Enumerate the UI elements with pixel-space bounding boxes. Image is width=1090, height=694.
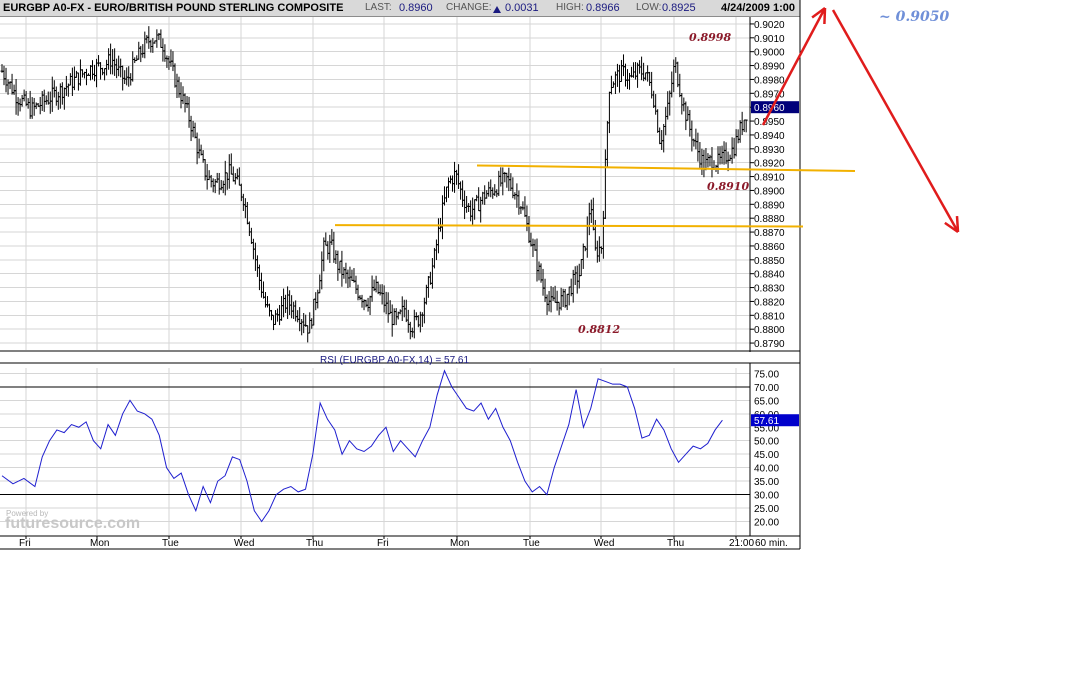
price-tick-label: 0.8950 bbox=[754, 117, 785, 128]
rsi-line bbox=[1, 369, 723, 523]
rsi-tick-label: 35.00 bbox=[754, 477, 779, 488]
time-tick-label: Wed bbox=[234, 538, 254, 549]
time-tick-label: Tue bbox=[162, 538, 179, 549]
time-tick-label: Mon bbox=[90, 538, 109, 549]
price-tick-label: 0.8910 bbox=[754, 173, 785, 184]
support-line bbox=[334, 224, 804, 228]
rsi-line-group bbox=[1, 369, 723, 523]
rsi-tick-label: 45.00 bbox=[754, 450, 779, 461]
time-tick-label: Fri bbox=[19, 538, 31, 549]
price-tick-label: 0.8980 bbox=[754, 75, 785, 86]
time-axis: Fri Mon Tue Wed Thu Fri Mon Tue Wed Thu 21:00 60 mi… bbox=[19, 536, 788, 549]
price-tick-label: 0.8820 bbox=[754, 297, 785, 308]
price-tick-label: 0.8800 bbox=[754, 325, 785, 336]
price-bars bbox=[0, 26, 748, 343]
down-arrow-head bbox=[955, 215, 960, 233]
price-tick-label: 0.8890 bbox=[754, 200, 785, 211]
rsi-axis: 75.0070.0065.0060.0055.0050.0045.0040.00… bbox=[751, 369, 799, 529]
rsi-tick-label: 65.00 bbox=[754, 396, 779, 407]
price-tick-label: 0.9000 bbox=[754, 48, 785, 59]
time-tick-label: Fri bbox=[377, 538, 389, 549]
rsi-tick-label: 30.00 bbox=[754, 491, 779, 502]
rsi-tick-label: 20.00 bbox=[754, 518, 779, 529]
annotation-high: 0.8998 bbox=[689, 31, 731, 44]
price-tick-label: 0.8880 bbox=[754, 214, 785, 225]
annotation-mid: 0.8910 bbox=[707, 180, 749, 193]
time-tick-label: Wed bbox=[594, 538, 614, 549]
price-tick-label: 0.8940 bbox=[754, 131, 785, 142]
price-tick-label: 0.8810 bbox=[754, 311, 785, 322]
last-rsi-label: 57.61 bbox=[754, 416, 779, 427]
annotation-overlays bbox=[334, 6, 960, 234]
price-tick-label: 0.8860 bbox=[754, 242, 785, 253]
price-tick-label: 0.8840 bbox=[754, 270, 785, 281]
rsi-title: RSI (EURGBP A0-FX,14) = 57.61 bbox=[320, 355, 469, 366]
resistance-line bbox=[476, 164, 856, 173]
price-tick-label: 0.8990 bbox=[754, 62, 785, 73]
rsi-tick-label: 50.00 bbox=[754, 437, 779, 448]
price-tick-label: 0.8920 bbox=[754, 159, 785, 170]
annotation-low: 0.8812 bbox=[578, 323, 620, 336]
price-tick-label: 0.8900 bbox=[754, 186, 785, 197]
price-tick-label: 0.8830 bbox=[754, 284, 785, 295]
time-tick-label: Mon bbox=[450, 538, 469, 549]
chart-canvas: 0.90200.90100.90000.89900.89800.89700.89… bbox=[0, 0, 960, 550]
up-arrow-head bbox=[823, 7, 827, 25]
price-tick-label: 0.9020 bbox=[754, 20, 785, 31]
time-tick-label: 60 min. bbox=[755, 538, 788, 549]
rsi-tick-label: 70.00 bbox=[754, 383, 779, 394]
annotation-target: ~ 0.9050 bbox=[879, 9, 949, 25]
down-arrow bbox=[831, 9, 960, 233]
watermark-logo: futuresource.com bbox=[5, 515, 140, 532]
price-tick-label: 0.9010 bbox=[754, 34, 785, 45]
price-tick-label: 0.8930 bbox=[754, 145, 785, 156]
price-tick-label: 0.8790 bbox=[754, 339, 785, 350]
time-tick-label: 21:00 bbox=[729, 538, 754, 549]
price-tick-label: 0.8850 bbox=[754, 256, 785, 267]
time-tick-label: Thu bbox=[667, 538, 684, 549]
time-tick-label: Thu bbox=[306, 538, 323, 549]
rsi-tick-label: 25.00 bbox=[754, 504, 779, 515]
rsi-grid bbox=[0, 368, 750, 535]
time-tick-label: Tue bbox=[523, 538, 540, 549]
price-tick-label: 0.8870 bbox=[754, 228, 785, 239]
rsi-tick-label: 40.00 bbox=[754, 464, 779, 475]
rsi-tick-label: 75.00 bbox=[754, 369, 779, 380]
